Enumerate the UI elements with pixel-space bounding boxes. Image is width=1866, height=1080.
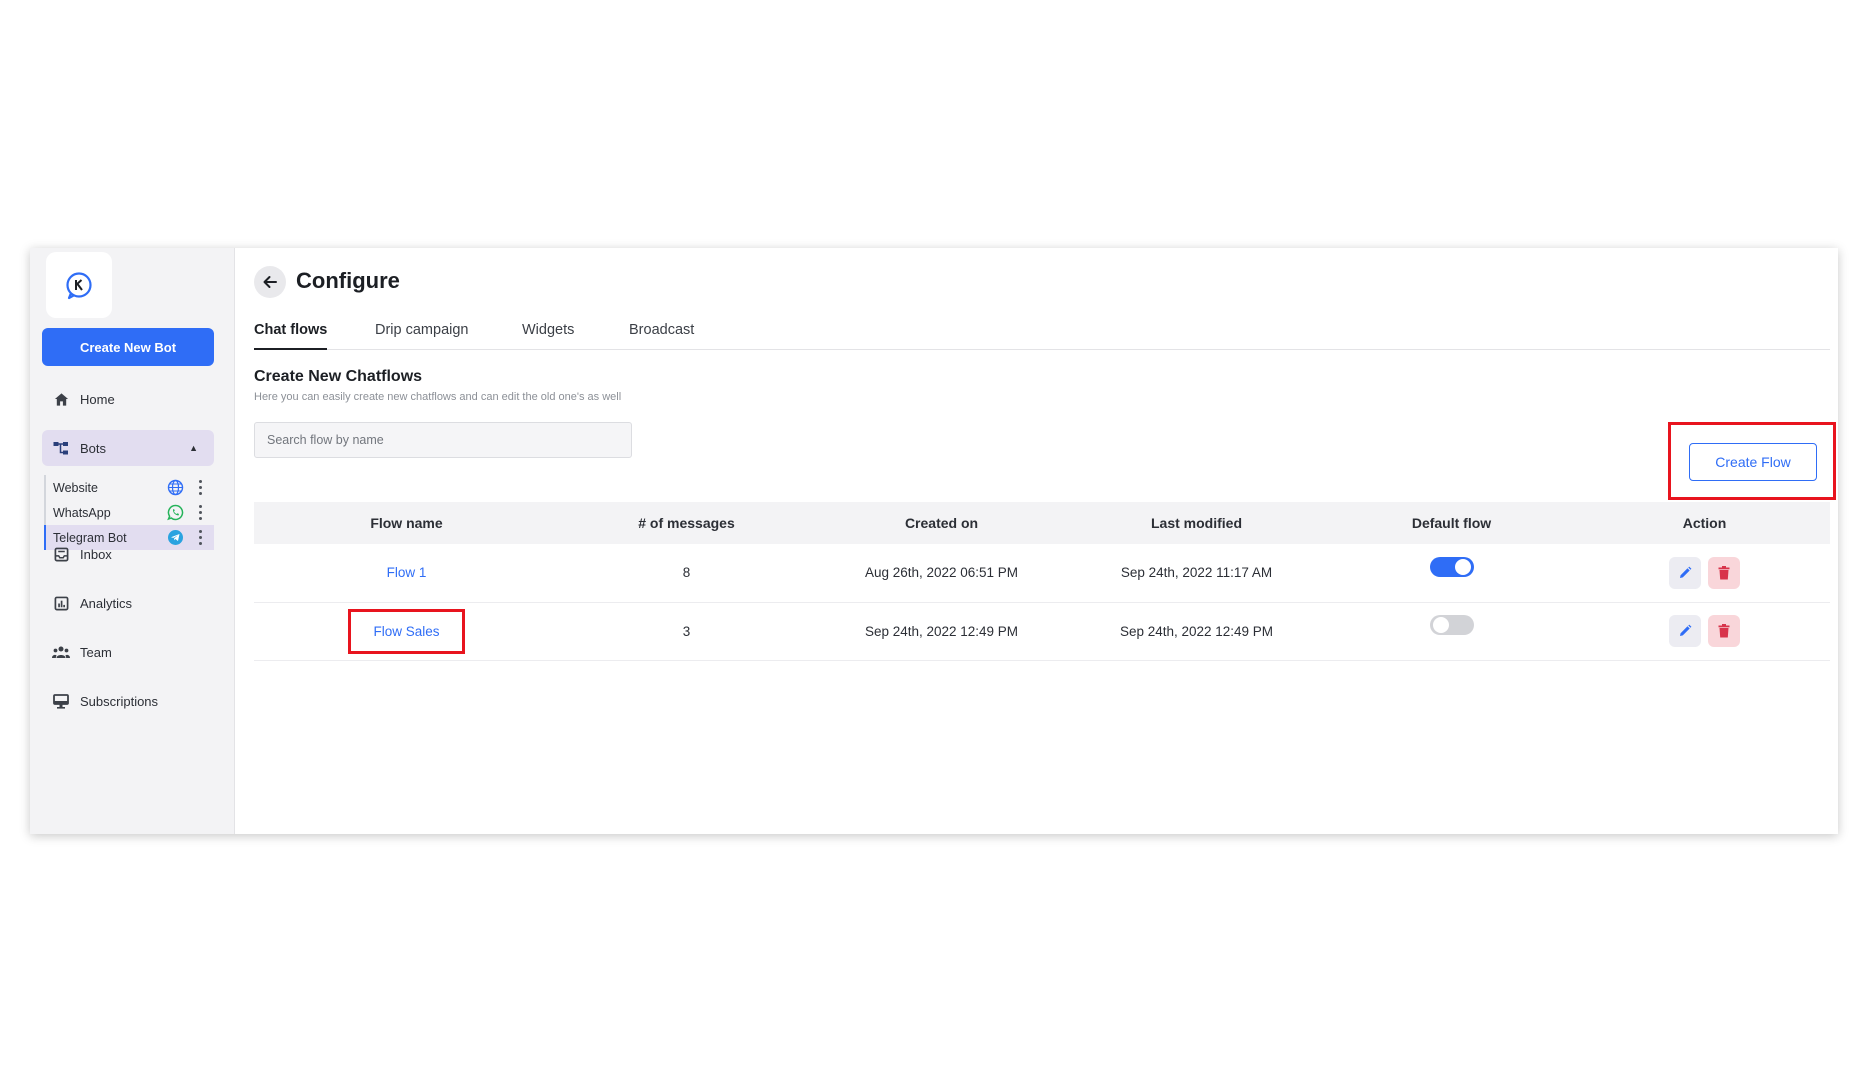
page-title: Configure bbox=[296, 268, 400, 293]
analytics-icon bbox=[52, 594, 70, 612]
flow-sales-highlight: Flow Sales bbox=[348, 608, 465, 654]
section-title: Create New Chatflows bbox=[254, 368, 423, 385]
action-cell bbox=[1579, 602, 1830, 660]
sidebar-item-label: Analytics bbox=[80, 595, 133, 611]
home-icon bbox=[52, 390, 70, 408]
chat-logo-icon bbox=[66, 272, 92, 300]
last-modified-cell: Sep 24th, 2022 11:17 AM bbox=[1120, 565, 1273, 581]
created-on-cell: Sep 24th, 2022 12:49 PM bbox=[864, 623, 1019, 639]
bot-item-label: WhatsApp bbox=[53, 505, 111, 520]
bot-item-website[interactable]: Website bbox=[46, 475, 214, 500]
trash-icon bbox=[1718, 624, 1730, 638]
more-options-icon[interactable] bbox=[198, 478, 202, 496]
sidebar-item-home[interactable]: Home bbox=[42, 381, 214, 417]
sidebar-item-label: Team bbox=[80, 644, 112, 660]
flow-name-link[interactable]: Flow 1 bbox=[387, 565, 427, 580]
default-flow-cell bbox=[1324, 602, 1579, 660]
section-subtitle: Here you can easily create new chatflows… bbox=[254, 391, 622, 403]
create-flow-highlight: Create Flow bbox=[1668, 422, 1836, 500]
last-modified-cell: Sep 24th, 2022 12:49 PM bbox=[1119, 623, 1274, 639]
main-content: Configure Chat flows Drip campaign Widge… bbox=[236, 248, 1838, 834]
table-row: Flow Sales 3 Sep 24th, 2022 12:49 PM Sep… bbox=[254, 602, 1830, 660]
created-on-cell: Aug 26th, 2022 06:51 PM bbox=[864, 565, 1019, 581]
sidebar-item-label: Bots bbox=[80, 440, 107, 456]
table-header-row: Flow name # of messages Created on Last … bbox=[254, 502, 1830, 544]
sidebar-item-inbox[interactable]: Inbox bbox=[42, 536, 214, 572]
delete-button[interactable] bbox=[1708, 556, 1741, 589]
column-header-messages: # of messages bbox=[638, 515, 735, 531]
tab-widgets[interactable]: Widgets bbox=[522, 322, 574, 348]
pencil-icon bbox=[1679, 624, 1692, 636]
flow-name-cell: Flow 1 bbox=[254, 544, 559, 602]
column-header-action: Action bbox=[1682, 515, 1727, 531]
default-flow-toggle[interactable] bbox=[1429, 556, 1474, 577]
messages-cell: 3 bbox=[682, 623, 691, 639]
arrow-left-icon bbox=[263, 276, 277, 288]
default-flow-toggle[interactable] bbox=[1429, 615, 1474, 635]
edit-button[interactable] bbox=[1668, 615, 1701, 647]
sidebar-item-label: Home bbox=[80, 391, 115, 407]
column-header-created-on: Created on bbox=[904, 515, 979, 531]
messages-cell: 8 bbox=[682, 565, 691, 581]
flow-name-cell: Flow Sales bbox=[254, 602, 559, 660]
table-row: Flow 1 8 Aug 26th, 2022 06:51 PM Sep 24t… bbox=[254, 544, 1830, 602]
tab-chat-flows[interactable]: Chat flows bbox=[254, 322, 328, 350]
delete-button[interactable] bbox=[1708, 615, 1741, 647]
sidebar-item-label: Subscriptions bbox=[80, 693, 159, 709]
globe-icon bbox=[167, 479, 184, 496]
sidebar-item-label: Inbox bbox=[80, 546, 112, 562]
column-header-flow-name: Flow name bbox=[370, 515, 443, 531]
bot-item-whatsapp[interactable]: WhatsApp bbox=[46, 500, 214, 525]
column-header-last-modified: Last modified bbox=[1150, 515, 1242, 531]
tab-bar: Chat flows Drip campaign Widgets Broadca… bbox=[254, 310, 1830, 350]
back-button[interactable] bbox=[254, 266, 286, 298]
action-cell bbox=[1579, 544, 1830, 602]
column-header-default-flow: Default flow bbox=[1411, 515, 1492, 531]
tab-drip-campaign[interactable]: Drip campaign bbox=[375, 322, 469, 348]
app-logo[interactable] bbox=[46, 252, 112, 318]
whatsapp-icon bbox=[167, 504, 184, 521]
inbox-icon bbox=[52, 545, 70, 563]
caret-up-icon[interactable]: ▲ bbox=[189, 443, 198, 453]
monitor-icon bbox=[52, 692, 70, 710]
app-window: Create New Bot Home Bots ▲ Website Whats… bbox=[30, 248, 1838, 834]
create-flow-button[interactable]: Create Flow bbox=[1689, 443, 1817, 481]
edit-button[interactable] bbox=[1668, 556, 1701, 589]
sidebar-item-subscriptions[interactable]: Subscriptions bbox=[42, 683, 214, 719]
more-options-icon[interactable] bbox=[198, 503, 202, 521]
sidebar-item-analytics[interactable]: Analytics bbox=[42, 585, 214, 621]
trash-icon bbox=[1718, 565, 1730, 580]
sidebar-item-team[interactable]: Team bbox=[42, 634, 214, 670]
bot-item-label: Website bbox=[53, 480, 98, 495]
search-flow-input[interactable] bbox=[254, 422, 632, 458]
tab-broadcast[interactable]: Broadcast bbox=[629, 322, 694, 348]
pencil-icon bbox=[1679, 566, 1692, 578]
sidebar: Create New Bot Home Bots ▲ Website Whats… bbox=[30, 248, 235, 834]
flows-table: Flow name # of messages Created on Last … bbox=[254, 502, 1830, 661]
sidebar-item-bots[interactable]: Bots ▲ bbox=[42, 430, 214, 466]
bots-tree-icon bbox=[52, 439, 70, 457]
default-flow-cell bbox=[1324, 544, 1579, 602]
create-new-bot-button[interactable]: Create New Bot bbox=[42, 328, 214, 366]
team-icon bbox=[52, 643, 70, 661]
flow-name-link[interactable]: Flow Sales bbox=[373, 624, 439, 639]
